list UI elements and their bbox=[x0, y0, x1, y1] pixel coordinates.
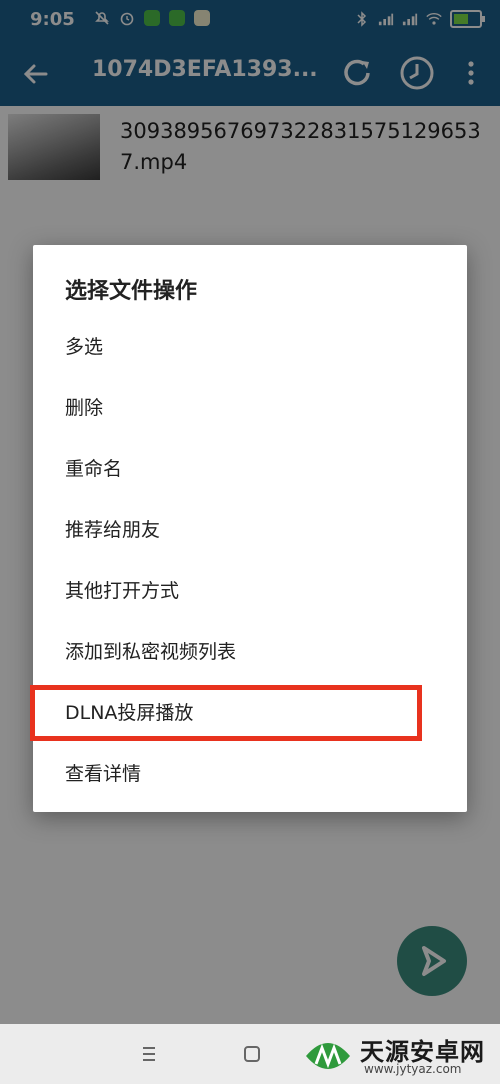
highlight-annotation bbox=[30, 685, 422, 741]
menu-item-label: 删除 bbox=[65, 397, 104, 419]
home-icon bbox=[244, 1046, 260, 1062]
watermark: 天源安卓网 www.jytyaz.com bbox=[302, 1030, 498, 1082]
home-button[interactable] bbox=[238, 1040, 266, 1068]
menu-icon bbox=[143, 1047, 155, 1061]
recent-apps-button[interactable] bbox=[136, 1042, 162, 1066]
menu-item-label: 多选 bbox=[65, 336, 104, 358]
menu-item-details[interactable]: 查看详情 bbox=[33, 742, 467, 803]
menu-item-rename[interactable]: 重命名 bbox=[33, 437, 467, 498]
menu-item-label: 推荐给朋友 bbox=[65, 519, 161, 541]
dialog-title: 选择文件操作 bbox=[65, 279, 198, 304]
menu-item-multi-select[interactable]: 多选 bbox=[33, 315, 467, 376]
menu-item-label: 查看详情 bbox=[65, 763, 142, 785]
menu-item-delete[interactable]: 删除 bbox=[33, 376, 467, 437]
menu-item-open-with[interactable]: 其他打开方式 bbox=[33, 559, 467, 620]
menu-item-add-private[interactable]: 添加到私密视频列表 bbox=[33, 620, 467, 681]
menu-item-label: 添加到私密视频列表 bbox=[65, 641, 237, 663]
menu-item-label: 其他打开方式 bbox=[65, 580, 180, 602]
watermark-url: www.jytyaz.com bbox=[364, 1062, 462, 1076]
watermark-logo-icon bbox=[306, 1043, 350, 1069]
menu-item-share[interactable]: 推荐给朋友 bbox=[33, 498, 467, 559]
menu-item-label: 重命名 bbox=[65, 458, 123, 480]
